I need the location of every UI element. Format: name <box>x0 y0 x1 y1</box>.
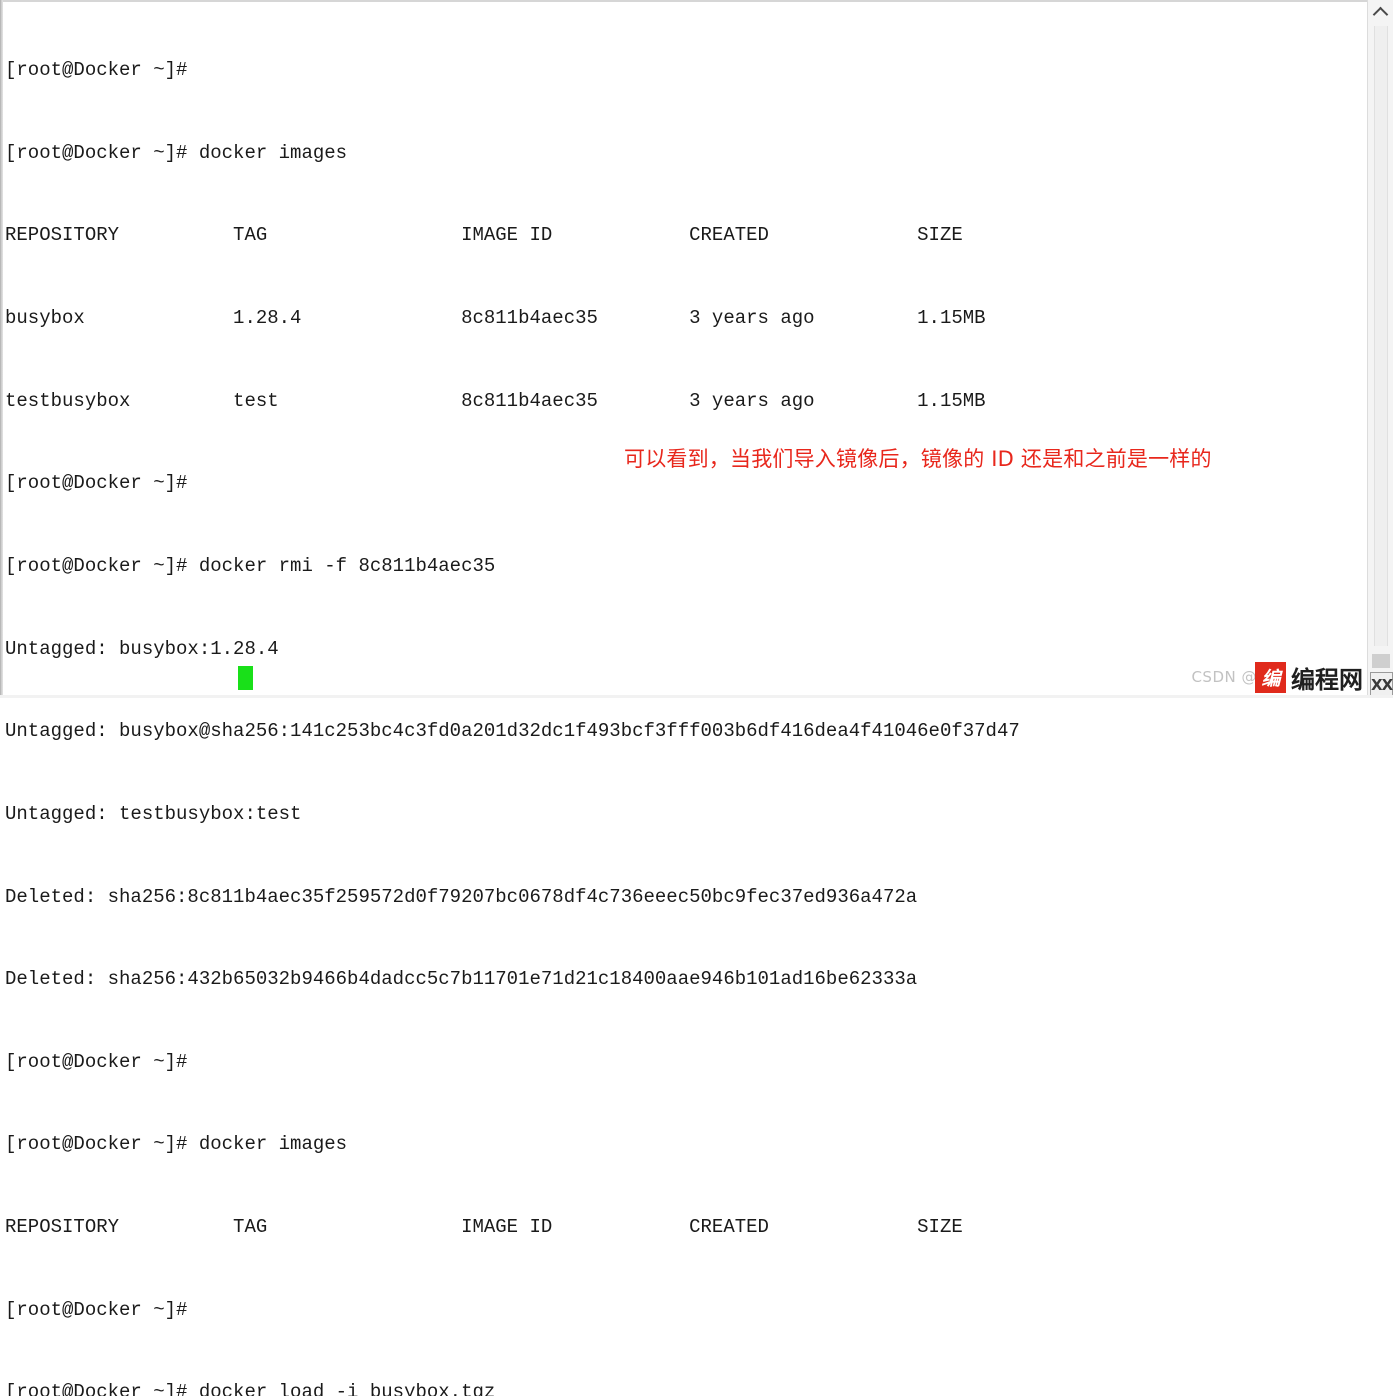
terminal-line: [root@Docker ~]# docker images <box>5 141 348 164</box>
scrollbar-track[interactable] <box>1374 26 1388 646</box>
watermark-source-label: CSDN @ <box>1191 668 1257 686</box>
terminal-line: testbusybox test 8c811b4aec35 3 years ag… <box>5 389 986 412</box>
terminal-line: [root@Docker ~]# <box>5 1298 188 1321</box>
watermark-site-name: 编程网 <box>1291 665 1363 694</box>
terminal-line: Untagged: busybox@sha256:141c253bc4c3fd0… <box>5 720 1020 743</box>
vertical-scrollbar[interactable]: XX <box>1367 0 1393 698</box>
terminal-line: Untagged: busybox:1.28.4 <box>5 637 279 660</box>
terminal-line: Deleted: sha256:8c811b4aec35f259572d0f79… <box>5 885 918 908</box>
watermark-logo-icon: 编 <box>1255 661 1286 693</box>
terminal-line: busybox 1.28.4 8c811b4aec35 3 years ago … <box>5 307 986 330</box>
terminal-line: REPOSITORY TAG IMAGE ID CREATED SIZE <box>5 224 963 247</box>
terminal-line: Untagged: testbusybox:test <box>5 802 302 825</box>
terminal-line: [root@Docker ~]# <box>5 59 188 82</box>
terminal-cursor <box>238 666 253 690</box>
terminal-line: [root@Docker ~]# <box>5 1050 188 1073</box>
capture-frame-left <box>0 0 3 698</box>
chevron-up-icon[interactable] <box>1368 0 1393 24</box>
scrollbar-thumb[interactable] <box>1372 654 1390 668</box>
terminal-line: Deleted: sha256:432b65032b9466b4dadcc5c7… <box>5 968 918 991</box>
terminal-line: [root@Docker ~]# docker load -i busybox.… <box>5 1381 496 1396</box>
screenshot-root: [root@Docker ~]# [root@Docker ~]# docker… <box>0 0 1393 1396</box>
terminal-line: [root@Docker ~]# docker rmi -f 8c811b4ae… <box>5 554 496 577</box>
terminal-line: [root@Docker ~]# <box>5 472 188 495</box>
watermark: CSDN @ 编 编程网 <box>1191 661 1363 694</box>
terminal-output[interactable]: [root@Docker ~]# [root@Docker ~]# docker… <box>5 2 1360 1396</box>
terminal-line: [root@Docker ~]# docker images <box>5 1133 348 1156</box>
annotation-text: 可以看到，当我们导入镜像后，镜像的 ID 还是和之前是一样的 <box>624 447 1212 471</box>
terminal-line: REPOSITORY TAG IMAGE ID CREATED SIZE <box>5 1216 963 1239</box>
